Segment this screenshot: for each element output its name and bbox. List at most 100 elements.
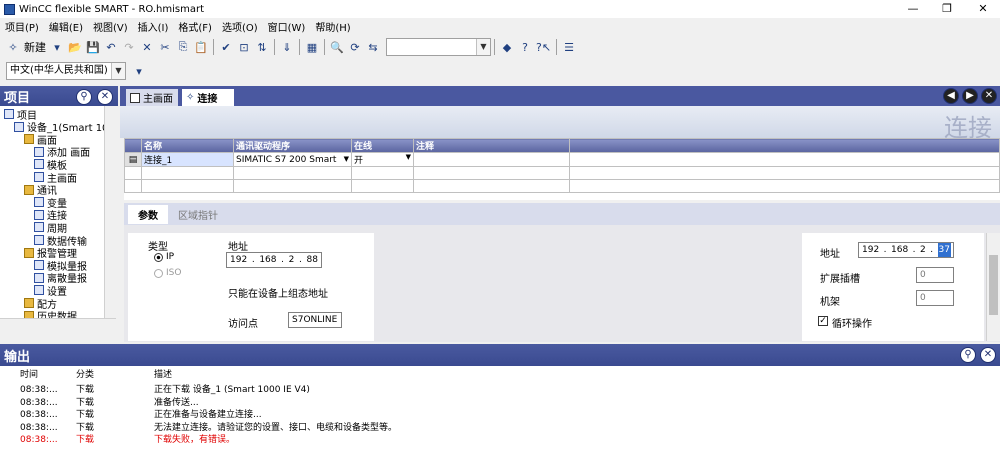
replace-icon[interactable]: ⟳: [348, 38, 362, 56]
maximize-button[interactable]: ❐: [930, 0, 964, 18]
cyclic-checkbox[interactable]: ✓: [818, 316, 828, 326]
language-select[interactable]: 中文(中华人民共和国) ▼: [6, 62, 126, 80]
comment-cell[interactable]: [413, 152, 570, 167]
device-icon: [14, 121, 24, 132]
chevron-down-icon[interactable]: ▼: [406, 153, 411, 161]
project-tree: 项目 设备_1(Smart 10 画面 添加 画面 模板 主画面 通讯 变量 连接 周期 数据传输报…: [0, 106, 116, 328]
property-scrollbar[interactable]: [986, 233, 1000, 341]
row-handle-icon[interactable]: ▤: [124, 152, 142, 167]
check-icon[interactable]: ✔: [219, 38, 233, 56]
plc-ip-field[interactable]: 192. 168. 2. 37: [858, 242, 954, 258]
output-category: 下载: [76, 422, 95, 433]
online-icon[interactable]: ▦: [305, 38, 319, 56]
menu-window[interactable]: 窗口(W): [263, 19, 311, 34]
nav-right-icon[interactable]: ▶: [962, 88, 978, 104]
undo-icon[interactable]: ↶: [104, 38, 118, 56]
tab-parameters[interactable]: 参数: [128, 205, 168, 224]
close-editor-icon[interactable]: ✕: [981, 88, 997, 104]
analog-alarm-icon: [34, 260, 44, 271]
table-row[interactable]: ▤ 连接_1 SIMATIC S7 200 Smart ▼ 开 ▼: [124, 152, 1000, 167]
address-label: 地址: [228, 242, 248, 253]
minimize-button[interactable]: —: [896, 0, 930, 18]
output-time: 08:38:...: [20, 410, 58, 421]
type-label: 类型: [148, 242, 168, 253]
help-icon[interactable]: ?: [518, 38, 532, 56]
close-button[interactable]: ✕: [966, 0, 1000, 18]
tree-scrollbar[interactable]: [104, 106, 116, 328]
online-cell[interactable]: 开 ▼: [351, 152, 414, 167]
redo-icon[interactable]: ↷: [122, 38, 136, 56]
connection-grid: 名称 通讯驱动程序 在线 注释 ▤ 连接_1 SIMATIC S7 200 Sm…: [124, 138, 1000, 200]
col-description[interactable]: 描述: [154, 369, 172, 381]
output-description: 正在准备与设备建立连接...: [154, 410, 262, 421]
compile-icon[interactable]: ⊡: [237, 38, 251, 56]
transfer-icon[interactable]: ⇅: [255, 38, 269, 56]
output-category: 下载: [76, 410, 95, 421]
save-icon[interactable]: 💾: [86, 38, 100, 56]
output-description: 准备传送...: [154, 397, 199, 408]
chevron-down-icon[interactable]: ▼: [111, 63, 125, 79]
pin-icon[interactable]: ⚲: [76, 89, 92, 105]
col-driver[interactable]: 通讯驱动程序: [233, 138, 352, 153]
search-combo[interactable]: ▼: [386, 38, 491, 56]
open-icon[interactable]: 📂: [68, 38, 82, 56]
tree-hscrollbar[interactable]: [0, 318, 116, 328]
menu-edit[interactable]: 编辑(E): [44, 19, 88, 34]
ip-radio[interactable]: [154, 253, 163, 262]
chevron-down-icon[interactable]: ▼: [476, 39, 490, 55]
download-icon[interactable]: ⇓: [280, 38, 294, 56]
menu-help[interactable]: 帮助(H): [310, 19, 355, 34]
layout-icon[interactable]: ☰: [562, 38, 576, 56]
context-help-icon[interactable]: ?↖: [536, 38, 551, 56]
rack-field[interactable]: 0: [916, 290, 954, 306]
menu-project[interactable]: 项目(P): [0, 19, 44, 34]
language-row: 中文(中华人民共和国) ▼ ▾: [0, 60, 1000, 82]
menu-format[interactable]: 格式(F): [173, 19, 217, 34]
paste-icon[interactable]: 📋: [194, 38, 208, 56]
app-icon: [4, 3, 15, 15]
tab-main-screen[interactable]: 主画面: [126, 89, 178, 106]
col-comment[interactable]: 注释: [413, 138, 570, 153]
plc-address-label: 地址: [820, 249, 840, 260]
chevron-down-icon[interactable]: ▼: [344, 155, 349, 163]
rack-label: 机架: [820, 297, 840, 308]
hmi-ip-field[interactable]: 192. 168. 2. 88: [226, 252, 322, 268]
cycle-icon: [34, 222, 44, 233]
driver-cell[interactable]: SIMATIC S7 200 Smart ▼: [233, 152, 352, 167]
output-description: 无法建立连接。请验证您的设置、接口、电缆和设备类型等。: [154, 422, 398, 433]
access-point-field[interactable]: S7ONLINE: [288, 312, 342, 328]
delete-icon[interactable]: ✕: [140, 38, 154, 56]
menu-view[interactable]: 视图(V): [88, 19, 133, 34]
library-icon[interactable]: ◆: [500, 38, 514, 56]
language-dropdown-icon[interactable]: ▾: [132, 62, 146, 80]
nav-left-icon[interactable]: ◀: [943, 88, 959, 104]
folder-icon: [24, 134, 34, 145]
copy-icon[interactable]: ⎘: [176, 38, 190, 56]
connection-name-cell[interactable]: 连接_1: [141, 152, 234, 167]
col-time[interactable]: 时间: [20, 369, 38, 381]
toolbar: ✧ 新建 ▾ 📂 💾 ↶ ↷ ✕ ✂ ⎘ 📋 ✔ ⊡ ⇅ ⇓ ▦ 🔍 ⟳ ⇆ ▼…: [0, 35, 1000, 59]
pin-icon[interactable]: ⚲: [960, 347, 976, 363]
output-time: 08:38:...: [20, 385, 58, 395]
tab-area-pointer[interactable]: 区域指针: [172, 205, 224, 224]
tree-item[interactable]: 设备_1(Smart 10: [14, 121, 108, 134]
col-online[interactable]: 在线: [351, 138, 414, 153]
settings-icon: [34, 285, 44, 296]
find-icon[interactable]: 🔍: [330, 38, 344, 56]
close-panel-icon[interactable]: ✕: [97, 89, 113, 105]
close-output-icon[interactable]: ✕: [980, 347, 996, 363]
tab-connections[interactable]: ✧ 连接: [182, 89, 234, 106]
col-name[interactable]: 名称: [141, 138, 234, 153]
editor-banner: 连接: [120, 106, 1000, 142]
slot-field[interactable]: 0: [916, 267, 954, 283]
menu-options[interactable]: 选项(O): [217, 19, 263, 34]
project-panel-header: 项目 ⚲ ✕: [0, 86, 118, 106]
goto-icon[interactable]: ⇆: [366, 38, 380, 56]
iso-radio[interactable]: [154, 269, 163, 278]
menu-insert[interactable]: 插入(I): [133, 19, 174, 34]
new-button[interactable]: 新建: [24, 38, 46, 56]
connection-icon: [34, 209, 44, 220]
col-category[interactable]: 分类: [76, 369, 94, 381]
dropdown-arrow-icon[interactable]: ▾: [50, 38, 64, 56]
cut-icon[interactable]: ✂: [158, 38, 172, 56]
